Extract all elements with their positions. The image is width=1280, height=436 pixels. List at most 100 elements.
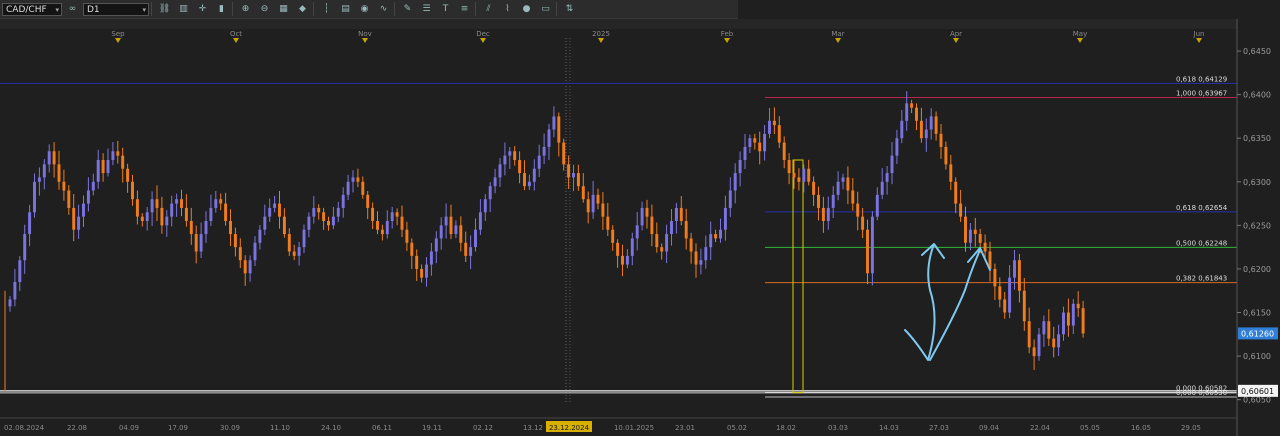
candle-body (665, 234, 669, 252)
candle-body (96, 160, 100, 182)
candle-body (77, 216, 81, 230)
candle-body (606, 216, 610, 230)
date-label: 14.03 (879, 424, 899, 432)
candle-body (312, 207, 316, 217)
candle-body (518, 160, 522, 174)
candle-body (366, 194, 370, 208)
date-label: 10.01.2025 (614, 424, 654, 432)
candle-body (444, 216, 448, 226)
candle-body (488, 186, 492, 200)
candle-body (1032, 347, 1036, 357)
candle-body (821, 207, 825, 221)
candle-body (1057, 334, 1061, 348)
candle-body (973, 229, 977, 235)
date-label: 11.10 (270, 424, 290, 432)
candle-body (42, 164, 46, 178)
price-tick-label: 0,6150 (1243, 309, 1271, 318)
candle-body (949, 164, 953, 182)
price-chart[interactable]: 0,618 0,64129 1,000 0,63967 0,618 0,62654 0… (0, 0, 1280, 436)
candle-body (611, 229, 615, 243)
candle-body (959, 203, 963, 217)
candle-body (557, 116, 561, 143)
candle-body (1081, 308, 1085, 334)
candle-body (101, 160, 105, 174)
candle-body (915, 107, 918, 121)
candle-body (944, 146, 948, 165)
month-label: Nov (358, 30, 372, 38)
candle-body (150, 199, 154, 213)
candle-body (1052, 338, 1056, 348)
date-label: 23.12.2024 (549, 424, 590, 432)
candle-body (978, 234, 982, 243)
date-label: 13.12 (523, 424, 543, 432)
candle-body (591, 194, 595, 213)
candle-body (748, 138, 752, 147)
candle-body (390, 212, 394, 221)
candle-body (116, 151, 120, 156)
month-label: Oct (230, 30, 242, 38)
candle-body (890, 155, 894, 174)
candle-body (405, 229, 409, 243)
candle-body (895, 138, 899, 156)
candle-body (209, 207, 213, 221)
candle-body (8, 299, 12, 307)
candle-body (327, 221, 330, 226)
candle-body (86, 190, 90, 204)
candle-body (189, 221, 193, 235)
candle-body (562, 142, 566, 165)
candle-body (542, 146, 546, 156)
candle-body (33, 181, 36, 213)
date-label: 18.02 (776, 424, 796, 432)
candle-body (351, 177, 355, 182)
candle-body (37, 177, 41, 182)
candle-body (621, 255, 624, 265)
candle-body (72, 207, 76, 230)
candle-body (155, 199, 159, 208)
candle-body (880, 181, 884, 195)
candle-body (67, 190, 71, 208)
candle-body (802, 168, 806, 182)
candle-body (758, 142, 762, 152)
candle-body (537, 155, 541, 169)
candle-body (1008, 277, 1012, 313)
month-label: May (1073, 30, 1087, 38)
candle-body (684, 221, 688, 239)
candle-body (670, 221, 673, 235)
price-tick-label: 0,6450 (1243, 47, 1271, 56)
current-price-label: 0,61260 (1241, 329, 1274, 338)
price-tick-label: 0,6350 (1243, 134, 1271, 143)
price-tick-label: 0,6200 (1243, 265, 1271, 274)
candle-body (787, 160, 791, 174)
candle-body (523, 173, 526, 187)
candle-body (763, 133, 767, 152)
candle-body (331, 216, 335, 226)
candle-body (62, 181, 66, 191)
candle-body (287, 234, 291, 252)
date-label: 24.10 (321, 424, 341, 432)
candle-body (13, 282, 17, 300)
candle-body (199, 234, 203, 252)
candle-body (807, 168, 811, 182)
candle-body (792, 173, 796, 178)
candle-body (248, 260, 252, 274)
candle-body (268, 207, 272, 217)
candle-body (493, 177, 497, 187)
candle-body (106, 160, 110, 174)
candle-body (939, 133, 943, 147)
candle-body (307, 216, 311, 230)
month-label: Mar (831, 30, 844, 38)
fib-level-label: 0,618 0,64129 (1176, 75, 1227, 83)
candle-body (145, 212, 149, 221)
candle-body (919, 120, 923, 139)
month-label: 2025 (592, 30, 610, 38)
candle-body (258, 229, 262, 243)
candle-body (1066, 312, 1070, 326)
candle-body (532, 168, 536, 182)
month-label: Jun (1193, 30, 1205, 38)
candle-body (630, 238, 634, 256)
candle-body (674, 207, 678, 221)
candle-body (714, 234, 718, 239)
candle-body (851, 190, 855, 204)
candle-body (180, 199, 183, 208)
candle-body (1022, 290, 1026, 322)
